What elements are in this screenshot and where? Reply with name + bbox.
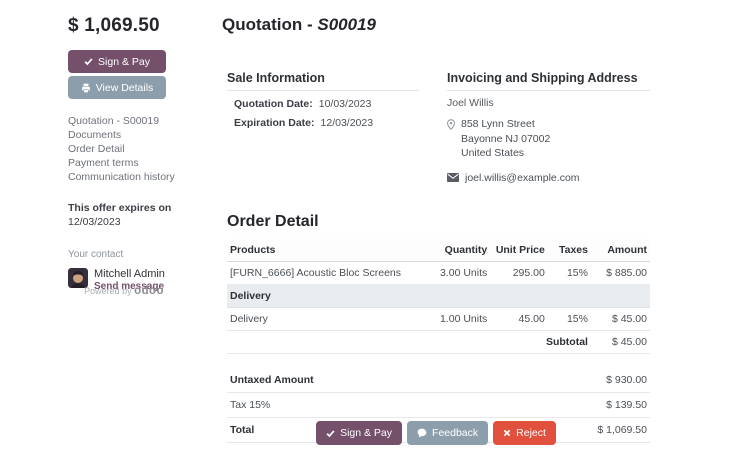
envelope-icon (447, 173, 459, 182)
col-products: Products (227, 239, 424, 262)
main-content: Quotation - S00019 Sale Information Quot… (222, 15, 650, 443)
order-lines-table: Products Quantity Unit Price Taxes Amoun… (227, 239, 650, 354)
product-taxes: 15% (548, 307, 591, 330)
quotation-portal-page: $ 1,069.50 Sign & Pay View Details Quota… (0, 0, 730, 456)
sidebar-nav: Quotation - S00019 Documents Order Detai… (68, 115, 180, 185)
postal-address-lines: 858 Lynn Street Bayonne NJ 07002 United … (461, 117, 550, 161)
untaxed-amount-label: Untaxed Amount (227, 368, 488, 393)
reject-label: Reject (516, 427, 546, 439)
email-row: joel.willis@example.com (447, 172, 650, 184)
sale-information-heading: Sale Information (227, 71, 419, 91)
section-header-row: Delivery (227, 284, 650, 307)
product-amount: $ 885.00 (591, 261, 650, 284)
your-contact-label: Your contact (68, 249, 180, 260)
address-street: 858 Lynn Street (461, 117, 550, 132)
page-title-prefix: Quotation - (222, 15, 317, 34)
feedback-label: Feedback (432, 427, 478, 439)
powered-by: Powered by odoo (68, 285, 180, 297)
col-unit-price: Unit Price (490, 239, 548, 262)
col-amount: Amount (591, 239, 650, 262)
quotation-date-row: Quotation Date: 10/03/2023 (227, 98, 419, 110)
printer-icon (81, 83, 91, 93)
odoo-logo[interactable]: odoo (134, 285, 164, 297)
feedback-button[interactable]: Feedback (407, 421, 488, 445)
order-detail-heading: Order Detail (222, 213, 650, 231)
product-qty: 1.00 Units (424, 307, 490, 330)
tax-value: $ 139.50 (488, 392, 650, 417)
reject-button[interactable]: Reject (493, 421, 556, 445)
customer-email: joel.willis@example.com (465, 172, 580, 184)
address-country: United States (461, 146, 550, 161)
sidebar-item-documents[interactable]: Documents (68, 129, 180, 143)
address-city: Bayonne NJ 07002 (461, 132, 550, 147)
subtotal-value: $ 45.00 (591, 330, 650, 353)
expiration-date-label: Expiration Date: (234, 117, 315, 129)
subtotal-row: Subtotal $ 45.00 (227, 330, 650, 353)
untaxed-amount-value: $ 930.00 (488, 368, 650, 393)
sign-and-pay-button-footer[interactable]: Sign & Pay (316, 421, 402, 445)
product-qty: 3.00 Units (424, 261, 490, 284)
customer-name: Joel Willis (447, 97, 650, 109)
sidebar-item-quotation[interactable]: Quotation - S00019 (68, 115, 180, 129)
sidebar-item-payment-terms[interactable]: Payment terms (68, 157, 180, 171)
untaxed-amount-row: Untaxed Amount $ 930.00 (227, 368, 650, 393)
expiration-date-value: 12/03/2023 (321, 117, 374, 129)
sidebar-item-order-detail[interactable]: Order Detail (68, 143, 180, 157)
section-name: Delivery (227, 284, 650, 307)
order-line-row: [FURN_6666] Acoustic Bloc Screens 3.00 U… (227, 261, 650, 284)
check-icon (84, 57, 93, 66)
product-price: 45.00 (490, 307, 548, 330)
address-heading: Invoicing and Shipping Address (447, 71, 650, 91)
sidebar: $ 1,069.50 Sign & Pay View Details Quota… (68, 15, 180, 292)
page-title-reference: S00019 (317, 15, 376, 34)
product-price: 295.00 (490, 261, 548, 284)
check-icon (326, 429, 335, 438)
close-icon (503, 429, 511, 437)
sale-information-section: Sale Information Quotation Date: 10/03/2… (227, 71, 419, 184)
order-table-header-row: Products Quantity Unit Price Taxes Amoun… (227, 239, 650, 262)
sign-and-pay-footer-label: Sign & Pay (340, 427, 392, 439)
subtotal-label: Subtotal (227, 330, 591, 353)
product-amount: $ 45.00 (591, 307, 650, 330)
view-details-label: View Details (96, 82, 154, 94)
total-amount: $ 1,069.50 (68, 15, 180, 37)
quotation-date-label: Quotation Date: (234, 98, 313, 110)
order-line-row: Delivery 1.00 Units 45.00 15% $ 45.00 (227, 307, 650, 330)
page-title: Quotation - S00019 (222, 15, 650, 35)
expiration-date-row: Expiration Date: 12/03/2023 (227, 117, 419, 129)
info-columns: Sale Information Quotation Date: 10/03/2… (222, 71, 650, 184)
action-bar: Sign & Pay Feedback Reject (222, 421, 650, 445)
map-marker-icon (447, 119, 455, 161)
sign-and-pay-button[interactable]: Sign & Pay (68, 50, 166, 73)
col-taxes: Taxes (548, 239, 591, 262)
offer-expiry: This offer expires on 12/03/2023 (68, 202, 180, 228)
powered-by-label: Powered by (84, 286, 132, 296)
address-section: Invoicing and Shipping Address Joel Will… (447, 71, 650, 184)
offer-expiry-date: 12/03/2023 (68, 216, 180, 228)
sidebar-item-communication-history[interactable]: Communication history (68, 171, 180, 185)
offer-expiry-title: This offer expires on (68, 202, 180, 214)
col-quantity: Quantity (424, 239, 490, 262)
postal-address: 858 Lynn Street Bayonne NJ 07002 United … (447, 117, 650, 161)
product-name: Delivery (227, 307, 424, 330)
product-taxes: 15% (548, 261, 591, 284)
comment-icon (417, 428, 427, 438)
tax-label: Tax 15% (227, 392, 488, 417)
view-details-button[interactable]: View Details (68, 76, 166, 99)
tax-row: Tax 15% $ 139.50 (227, 392, 650, 417)
sign-and-pay-label: Sign & Pay (98, 56, 150, 68)
product-name: [FURN_6666] Acoustic Bloc Screens (227, 261, 424, 284)
quotation-date-value: 10/03/2023 (319, 98, 372, 110)
contact-name: Mitchell Admin (94, 268, 165, 280)
